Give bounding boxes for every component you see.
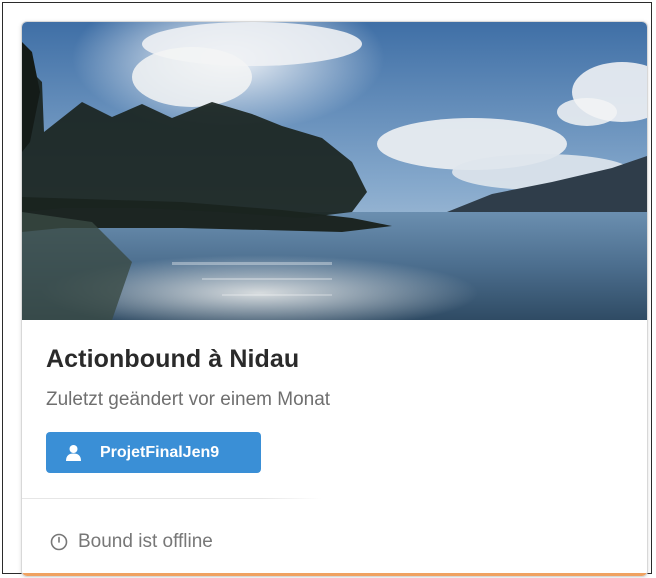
card-accent-bar [22,573,647,576]
cover-image [22,22,647,320]
user-icon [65,444,82,461]
bound-status: Bound ist offline [50,531,213,553]
divider [22,498,322,499]
author-button[interactable]: ProjetFinalJen9 [46,432,261,473]
screenshot-frame: Actionbound à Nidau Zuletzt geändert vor… [2,2,652,577]
status-text: Bound ist offline [78,531,213,552]
bound-card[interactable]: Actionbound à Nidau Zuletzt geändert vor… [21,21,648,577]
card-title: Actionbound à Nidau [46,345,300,373]
last-modified-text: Zuletzt geändert vor einem Monat [46,389,331,410]
clock-icon [50,533,68,551]
author-button-label: ProjetFinalJen9 [100,443,220,461]
